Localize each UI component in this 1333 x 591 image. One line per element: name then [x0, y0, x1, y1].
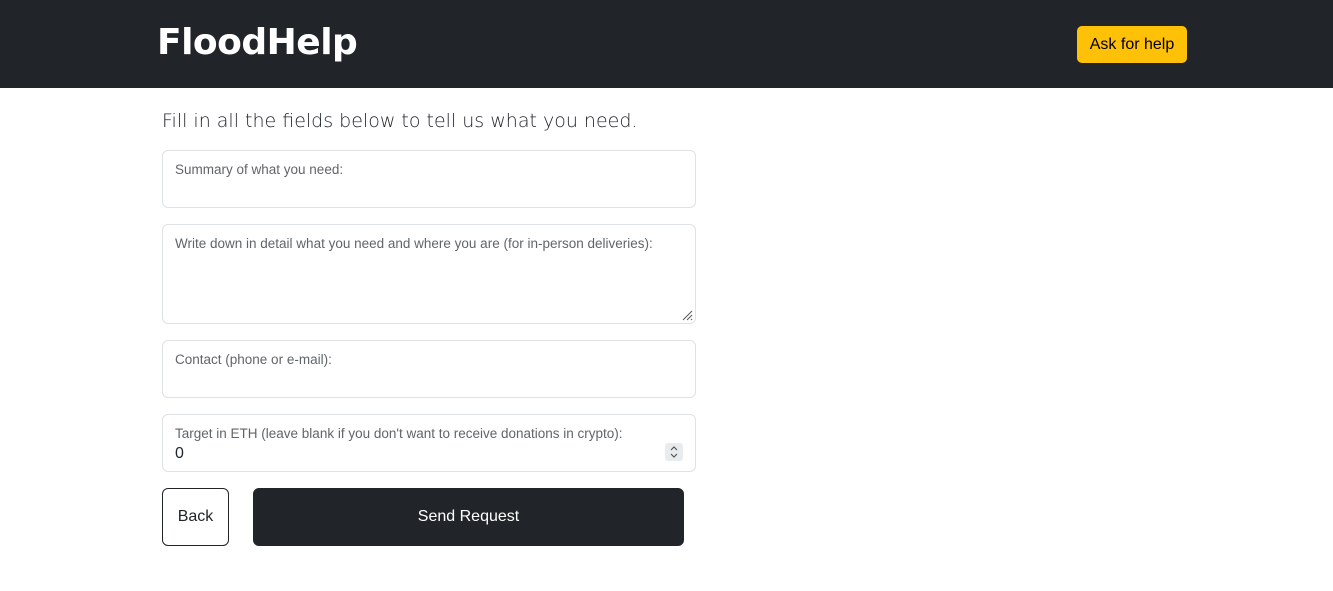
back-button[interactable]: Back [162, 488, 229, 546]
form-intro-text: Fill in all the fields below to tell us … [162, 110, 638, 132]
contact-field-label: Contact (phone or e-mail): [175, 352, 332, 367]
summary-field[interactable]: Summary of what you need: [162, 150, 696, 208]
detail-textarea[interactable]: Write down in detail what you need and w… [162, 224, 696, 324]
number-spinner-icon[interactable] [665, 443, 683, 461]
brand-logo-text[interactable]: FloodHelp [157, 20, 358, 66]
resize-grip-icon[interactable] [681, 309, 693, 321]
target-eth-field-value[interactable]: 0 [175, 445, 184, 463]
target-eth-field[interactable]: Target in ETH (leave blank if you don't … [162, 414, 696, 472]
ask-for-help-button[interactable]: Ask for help [1077, 26, 1187, 63]
summary-field-label: Summary of what you need: [175, 162, 344, 177]
top-navbar: FloodHelp Ask for help [0, 0, 1333, 88]
detail-textarea-label: Write down in detail what you need and w… [175, 236, 653, 251]
contact-field[interactable]: Contact (phone or e-mail): [162, 340, 696, 398]
send-request-button[interactable]: Send Request [253, 488, 684, 546]
target-eth-field-label: Target in ETH (leave blank if you don't … [175, 426, 623, 441]
